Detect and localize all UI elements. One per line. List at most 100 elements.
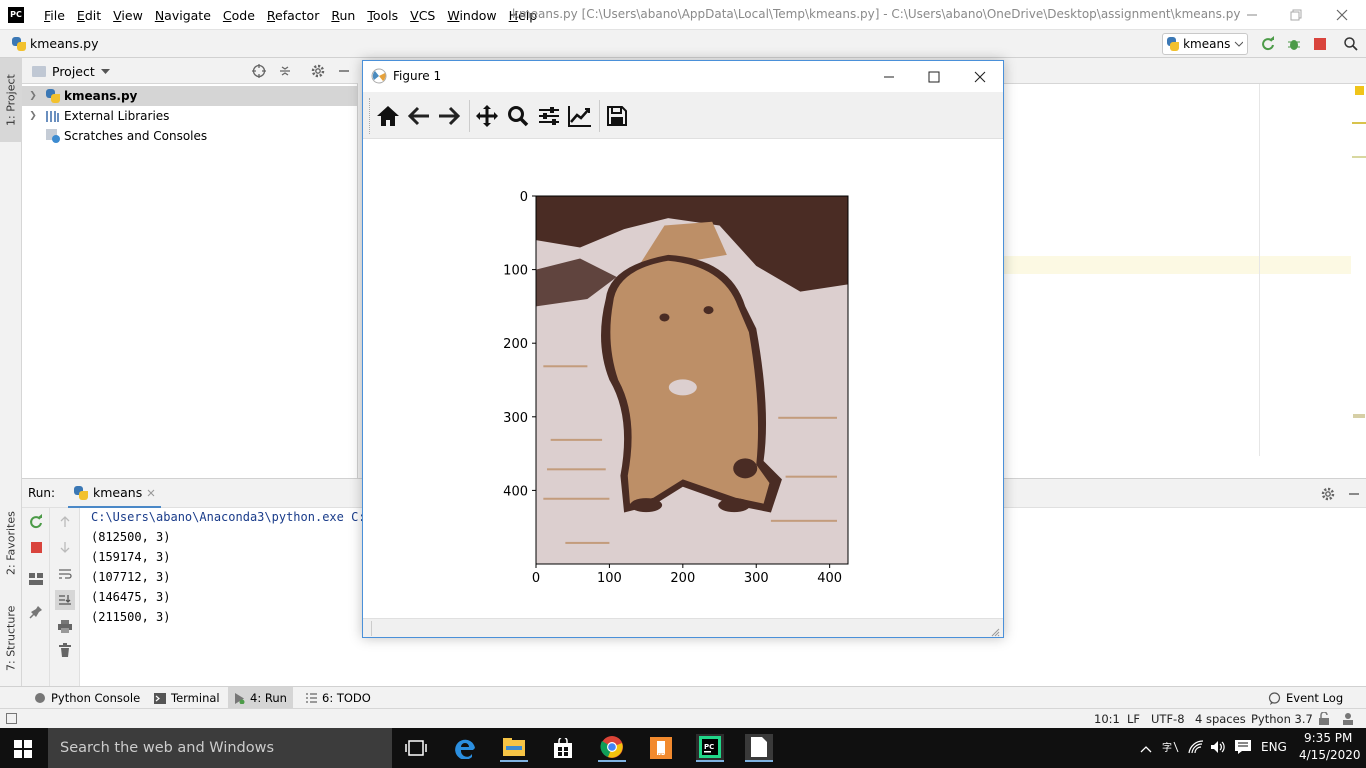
- edge-browser-button[interactable]: [452, 734, 480, 762]
- pan-button[interactable]: [473, 102, 501, 130]
- figure-minimize-button[interactable]: [866, 61, 912, 92]
- stop-button[interactable]: [1310, 34, 1330, 54]
- structure-tool-tab[interactable]: 7: Structure: [0, 593, 22, 683]
- chrome-button[interactable]: [598, 734, 626, 762]
- forward-button[interactable]: [435, 102, 463, 130]
- home-button[interactable]: [374, 102, 402, 130]
- pycharm-taskbar-button[interactable]: PC: [696, 734, 724, 762]
- tab-python-console[interactable]: Python Console: [28, 687, 146, 709]
- project-view-select[interactable]: Project: [32, 64, 110, 79]
- taskbar-search-box[interactable]: Search the web and Windows: [48, 728, 392, 768]
- show-hidden-icons-button[interactable]: [1140, 742, 1152, 756]
- pin-tab-button[interactable]: [28, 604, 44, 620]
- menu-run[interactable]: Run: [325, 8, 361, 23]
- breadcrumb[interactable]: kmeans.py: [12, 36, 99, 51]
- zoom-button[interactable]: [504, 102, 532, 130]
- notification-icon[interactable]: [1235, 740, 1251, 757]
- tree-item-kmeans[interactable]: ❯ kmeans.py: [22, 86, 357, 106]
- tree-item-scratches[interactable]: Scratches and Consoles: [22, 126, 357, 146]
- warning-marker[interactable]: [1352, 122, 1366, 124]
- y-tick-label: 0: [520, 190, 528, 205]
- restore-layout-button[interactable]: [28, 571, 44, 587]
- tab-terminal[interactable]: Terminal: [148, 687, 226, 709]
- print-button[interactable]: [57, 618, 73, 634]
- figure-canvas[interactable]: 0 100 200 300 400 0 100 200 300 400: [363, 139, 1003, 619]
- expand-arrow-icon[interactable]: ❯: [26, 91, 40, 101]
- figure-window-taskbar-button[interactable]: [745, 734, 773, 762]
- lock-icon[interactable]: [1318, 711, 1330, 728]
- indent-setting[interactable]: 4 spaces: [1195, 712, 1246, 726]
- project-settings-button[interactable]: [310, 63, 326, 82]
- start-button[interactable]: [14, 740, 32, 761]
- inspection-status-icon[interactable]: [1355, 86, 1364, 95]
- menu-file[interactable]: File: [38, 8, 71, 23]
- menu-window[interactable]: Window: [441, 8, 502, 23]
- volume-icon[interactable]: [1210, 740, 1226, 757]
- figure-title-bar[interactable]: Figure 1: [363, 61, 1003, 92]
- menu-bar: File Edit View Navigate Code Refactor Ru…: [38, 0, 543, 30]
- run-settings-button[interactable]: [1320, 486, 1336, 505]
- python-interpreter[interactable]: Python 3.7: [1251, 712, 1313, 726]
- line-separator[interactable]: LF: [1127, 712, 1140, 726]
- inspector-icon[interactable]: [1341, 712, 1355, 728]
- menu-refactor[interactable]: Refactor: [261, 8, 325, 23]
- file-explorer-button[interactable]: [500, 734, 528, 762]
- file-encoding[interactable]: UTF-8: [1151, 712, 1185, 726]
- pdf-app-button[interactable]: PDF: [647, 734, 675, 762]
- tree-item-external-libraries[interactable]: ❯ External Libraries: [22, 106, 357, 126]
- bottom-tool-tabs: Python Console Terminal 4: Run 6: TODO E…: [0, 686, 1366, 709]
- edit-axis-button[interactable]: [566, 102, 594, 130]
- search-everywhere-button[interactable]: [1341, 34, 1361, 54]
- tab-todo[interactable]: 6: TODO: [300, 687, 377, 709]
- collapse-all-button[interactable]: [277, 63, 293, 82]
- scroll-down-button[interactable]: [57, 539, 73, 555]
- resize-grip-icon[interactable]: [991, 626, 1000, 640]
- soft-wrap-button[interactable]: [57, 566, 73, 582]
- close-tab-icon[interactable]: [147, 489, 155, 497]
- rerun-button[interactable]: [28, 514, 44, 530]
- menu-view[interactable]: View: [107, 8, 149, 23]
- restore-button[interactable]: [1273, 0, 1319, 30]
- minimize-button[interactable]: [1229, 0, 1275, 30]
- editor-area[interactable]: [1004, 58, 1366, 478]
- warning-marker[interactable]: [1352, 156, 1366, 158]
- expand-arrow-icon[interactable]: ❯: [26, 111, 40, 121]
- configure-subplots-button[interactable]: [535, 102, 563, 130]
- debug-button[interactable]: [1284, 34, 1304, 54]
- input-language[interactable]: ENG: [1261, 740, 1287, 754]
- wifi-icon[interactable]: [1188, 740, 1204, 757]
- ime-icon[interactable]: 字: [1162, 740, 1180, 757]
- tab-event-log[interactable]: Event Log: [1262, 687, 1349, 709]
- hide-panel-button[interactable]: [336, 63, 352, 82]
- stop-button[interactable]: [28, 539, 44, 555]
- clear-all-button[interactable]: [57, 642, 73, 658]
- locate-file-button[interactable]: [251, 63, 267, 82]
- store-button[interactable]: [549, 734, 577, 762]
- clock-date[interactable]: 4/15/2020: [1299, 748, 1361, 762]
- figure-maximize-button[interactable]: [911, 61, 957, 92]
- tool-windows-toggle-icon[interactable]: [6, 713, 17, 724]
- hide-run-panel-button[interactable]: [1346, 486, 1362, 505]
- scroll-up-button[interactable]: [57, 514, 73, 530]
- menu-edit[interactable]: Edit: [71, 8, 107, 23]
- figure-close-button[interactable]: [957, 61, 1003, 92]
- menu-vcs[interactable]: VCS: [404, 8, 441, 23]
- run-configuration-select[interactable]: kmeans: [1162, 33, 1248, 55]
- rerun-button[interactable]: [1258, 34, 1278, 54]
- scroll-to-end-button[interactable]: [55, 590, 75, 610]
- save-figure-button[interactable]: [603, 102, 631, 130]
- figure-window[interactable]: Figure 1 0 100 200 300 400 0 100 200 300…: [362, 60, 1004, 638]
- project-tool-tab[interactable]: 1: Project: [0, 58, 22, 142]
- caret-position[interactable]: 10:1: [1094, 712, 1120, 726]
- tab-run[interactable]: 4: Run: [228, 687, 293, 709]
- clock-time[interactable]: 9:35 PM: [1304, 731, 1352, 745]
- menu-tools[interactable]: Tools: [361, 8, 404, 23]
- menu-navigate[interactable]: Navigate: [149, 8, 217, 23]
- warning-marker[interactable]: [1353, 414, 1365, 418]
- back-button[interactable]: [405, 102, 433, 130]
- close-window-button[interactable]: [1319, 0, 1365, 30]
- task-view-button[interactable]: [402, 734, 430, 762]
- menu-code[interactable]: Code: [217, 8, 261, 23]
- run-tab-kmeans[interactable]: kmeans: [68, 479, 162, 509]
- favorites-tool-tab[interactable]: 2: Favorites: [0, 498, 22, 588]
